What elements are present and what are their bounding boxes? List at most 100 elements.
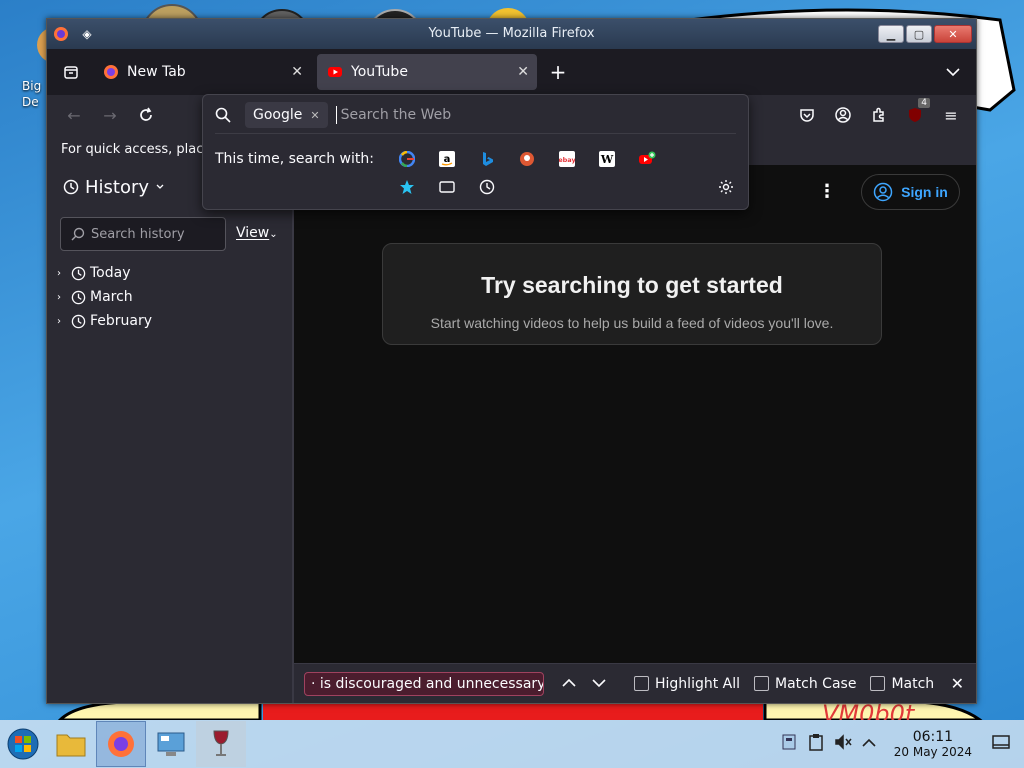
- firefox-view-icon[interactable]: [57, 58, 85, 86]
- search-icon: [71, 227, 85, 241]
- history-group-label: March: [90, 289, 133, 305]
- clock-icon: [71, 266, 86, 280]
- find-next-button[interactable]: [584, 676, 614, 692]
- extension-badge: 4: [918, 98, 930, 108]
- search-engine-label: Google: [253, 107, 303, 123]
- tab-bar: New Tab ✕ YouTube ✕ +: [47, 49, 976, 95]
- firefox-taskbar-button[interactable]: [96, 721, 146, 767]
- match-case-checkbox[interactable]: Match Case: [754, 676, 856, 692]
- clock-icon: [71, 314, 86, 328]
- start-menu-button[interactable]: [0, 720, 46, 768]
- find-previous-button[interactable]: [554, 676, 584, 692]
- wikipedia-icon[interactable]: W: [597, 149, 617, 169]
- back-button[interactable]: ←: [59, 100, 89, 130]
- firefox-window-icon[interactable]: [51, 25, 71, 43]
- duckduckgo-icon[interactable]: [517, 149, 537, 169]
- control-panel-taskbar-button[interactable]: [146, 721, 196, 767]
- history-tree: › Today › March › February: [57, 261, 152, 333]
- tray-expand-icon[interactable]: [862, 736, 876, 752]
- keep-above-icon[interactable]: ◈: [77, 25, 97, 43]
- ebay-icon[interactable]: ebay: [557, 149, 577, 169]
- twisty-icon[interactable]: ›: [57, 292, 67, 303]
- search-mode-buttons: [397, 177, 497, 197]
- network-icon[interactable]: [780, 733, 798, 755]
- search-history-input[interactable]: Search history: [60, 217, 226, 251]
- search-engine-chip[interactable]: Google ✕: [245, 102, 328, 128]
- twisty-icon[interactable]: ›: [57, 316, 67, 327]
- wine-glass-icon: [213, 730, 229, 756]
- search-icon: [215, 107, 231, 123]
- history-mode-icon[interactable]: [477, 177, 497, 197]
- clipboard-icon[interactable]: [808, 733, 824, 755]
- svg-text:a: a: [444, 154, 451, 165]
- history-sidebar: History Search history View⌄ › Today › M…: [47, 165, 294, 703]
- card-title: Try searching to get started: [481, 272, 783, 298]
- taskbar: 06:11 20 May 2024: [0, 720, 1024, 768]
- ublock-origin-icon[interactable]: 4: [900, 98, 930, 130]
- sign-in-button[interactable]: Sign in: [861, 174, 960, 210]
- svg-text:W: W: [600, 153, 614, 166]
- one-off-engines: a ebay W: [397, 149, 657, 169]
- forward-button[interactable]: →: [95, 100, 125, 130]
- bing-icon[interactable]: [477, 149, 497, 169]
- history-group-march[interactable]: › March: [57, 285, 152, 309]
- tab-label: New Tab: [127, 64, 186, 80]
- urlbar-input[interactable]: [335, 106, 738, 124]
- close-window-button[interactable]: ✕: [934, 25, 972, 43]
- volume-muted-icon[interactable]: [834, 733, 852, 755]
- list-all-tabs-icon[interactable]: [938, 57, 968, 87]
- search-settings-gear-icon[interactable]: [716, 177, 736, 197]
- window-title: YouTube — Mozilla Firefox: [428, 26, 595, 41]
- firefox-icon: [104, 65, 118, 79]
- search-with-label: This time, search with:: [215, 151, 374, 167]
- minimize-button[interactable]: ▁: [878, 25, 904, 43]
- search-history-placeholder: Search history: [91, 226, 185, 242]
- remove-engine-icon[interactable]: ✕: [310, 109, 319, 122]
- history-group-label: Today: [90, 265, 131, 281]
- close-find-bar-icon[interactable]: ✕: [951, 674, 964, 693]
- clock[interactable]: 06:11 20 May 2024: [894, 729, 972, 759]
- app-menu-icon[interactable]: ≡: [936, 100, 966, 130]
- amazon-icon[interactable]: a: [437, 149, 457, 169]
- view-menu-button[interactable]: View⌄: [236, 225, 278, 241]
- file-manager-taskbar-button[interactable]: [46, 721, 96, 767]
- svg-text:ebay: ebay: [559, 156, 575, 164]
- find-input[interactable]: · is discouraged and unnecessary.: [304, 671, 544, 696]
- match-diacritics-checkbox[interactable]: Match: [870, 676, 934, 692]
- find-bar: · is discouraged and unnecessary. Highli…: [294, 663, 976, 703]
- account-circle-icon: [873, 182, 893, 202]
- maximize-button[interactable]: ▢: [906, 25, 932, 43]
- new-tab-button[interactable]: +: [543, 57, 573, 87]
- more-options-icon[interactable]: ⋮: [818, 181, 836, 202]
- match-case-label: Match Case: [775, 675, 857, 692]
- tab-new-tab[interactable]: New Tab ✕: [93, 54, 311, 90]
- control-panel-icon: [157, 732, 185, 756]
- windows-logo-icon: [7, 728, 39, 760]
- folder-icon: [56, 734, 86, 757]
- youtube-page: ⋮ Sign in Try searching to get started S…: [294, 165, 976, 703]
- wine-taskbar-button[interactable]: [196, 721, 246, 767]
- highlight-all-checkbox[interactable]: Highlight All: [634, 676, 740, 692]
- account-icon[interactable]: [828, 100, 858, 130]
- clock-icon: [71, 290, 86, 304]
- youtube-icon: [328, 67, 342, 77]
- match-diacritics-label: Match: [891, 675, 935, 692]
- tabs-icon[interactable]: [437, 177, 457, 197]
- history-group-today[interactable]: › Today: [57, 261, 152, 285]
- show-desktop-icon[interactable]: [992, 734, 1010, 754]
- reload-button[interactable]: [131, 100, 161, 130]
- sign-in-label: Sign in: [901, 184, 948, 200]
- bookmarks-icon[interactable]: [397, 177, 417, 197]
- empty-feed-card: Try searching to get started Start watch…: [382, 243, 882, 345]
- history-group-february[interactable]: › February: [57, 309, 152, 333]
- tab-youtube[interactable]: YouTube ✕: [317, 54, 537, 90]
- close-tab-icon[interactable]: ✕: [291, 64, 303, 80]
- youtube-add-icon[interactable]: [637, 149, 657, 169]
- title-bar[interactable]: ◈ YouTube — Mozilla Firefox ▁ ▢ ✕: [47, 19, 976, 49]
- close-tab-icon[interactable]: ✕: [517, 64, 529, 80]
- tab-label: YouTube: [351, 64, 408, 80]
- pocket-icon[interactable]: [792, 100, 822, 130]
- twisty-icon[interactable]: ›: [57, 268, 67, 279]
- google-icon[interactable]: [397, 149, 417, 169]
- extensions-icon[interactable]: [864, 100, 894, 130]
